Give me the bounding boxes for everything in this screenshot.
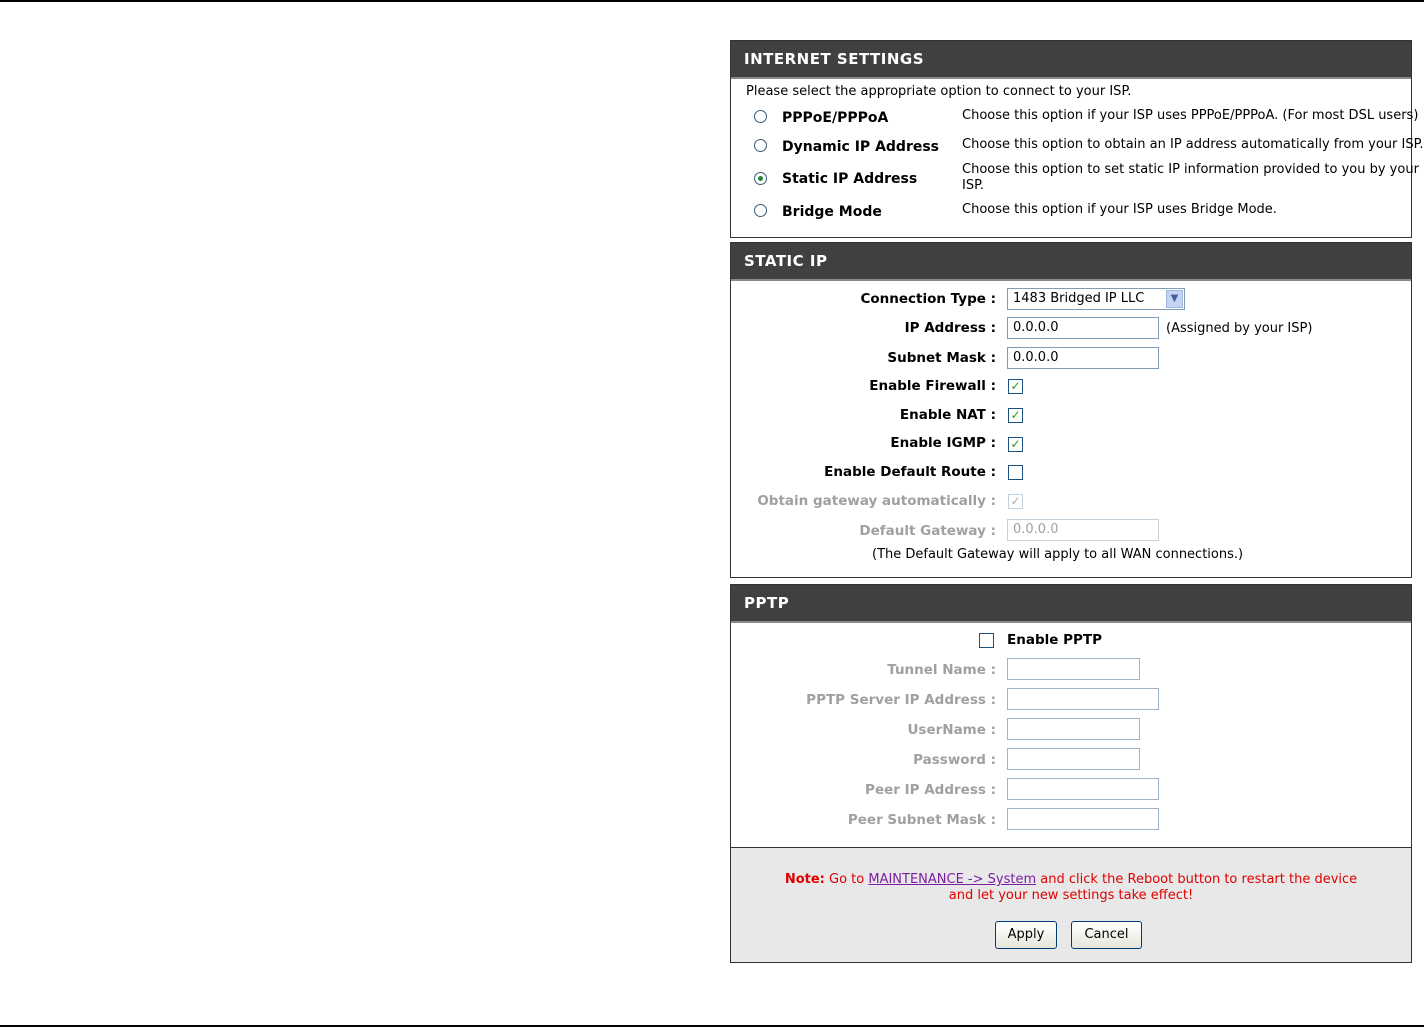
cancel-button[interactable]: Cancel [1071,921,1142,949]
internet-settings-panel: INTERNET SETTINGS Please select the appr… [730,40,1424,238]
enable-igmp-checkbox[interactable]: ✓ [1008,437,1023,452]
maintenance-system-link[interactable]: MAINTENANCE -> System [868,872,1036,887]
option-label-bridge-mode: Bridge Mode [782,204,882,220]
default-gateway-label: Default Gateway : [859,523,996,539]
static-ip-header: STATIC IP [731,243,1411,281]
peer-subnet-mask-label: Peer Subnet Mask : [847,812,996,828]
reboot-note-line1: Note: Go to MAINTENANCE -> System and cl… [731,872,1411,887]
connection-type-value: 1483 Bridged IP LLC [1013,291,1145,306]
reboot-note-line2: and let your new settings take effect! [948,888,1194,903]
tunnel-name-label: Tunnel Name : [887,662,996,678]
option-desc-static-ip-line2: ISP. [962,178,985,193]
ip-address-label: IP Address : [904,320,996,336]
top-rule [0,0,1424,2]
option-desc-static-ip-line1: Choose this option to set static IP info… [962,162,1419,177]
ip-address-hint: (Assigned by your ISP) [1166,321,1313,336]
peer-ip-label: Peer IP Address : [865,782,996,798]
note-text-2: and click the Reboot button to restart t… [1036,872,1358,887]
gateway-note: (The Default Gateway will apply to all W… [872,547,1244,562]
note-prefix: Note: [784,872,825,887]
peer-ip-input[interactable] [1007,778,1159,800]
enable-default-route-checkbox[interactable] [1008,465,1023,480]
chevron-down-icon[interactable]: ▼ [1166,290,1183,308]
username-label: UserName : [907,722,996,738]
pptp-header: PPTP [731,585,1411,623]
enable-nat-checkbox[interactable]: ✓ [1008,408,1023,423]
note-text-1: Go to [824,872,869,887]
option-label-dynamic-ip: Dynamic IP Address [782,139,940,155]
password-label: Password : [913,752,996,768]
enable-default-route-label: Enable Default Route : [824,464,996,480]
option-desc-pppoe: Choose this option if your ISP uses PPPo… [962,108,1419,123]
connection-type-select[interactable]: 1483 Bridged IP LLC ▼ [1007,288,1185,310]
apply-button[interactable]: Apply [995,921,1057,949]
pptp-server-ip-label: PPTP Server IP Address : [806,692,996,708]
option-label-static-ip: Static IP Address [782,171,918,187]
default-gateway-input: 0.0.0.0 [1007,519,1159,541]
radio-pppoe[interactable] [754,110,767,123]
enable-pptp-label: Enable PPTP [1007,632,1102,648]
radio-bridge-mode[interactable] [754,204,767,217]
note-area: Note: Go to MAINTENANCE -> System and cl… [730,848,1412,963]
radio-static-ip[interactable] [754,172,767,185]
bottom-rule [0,1025,1424,1027]
enable-firewall-label: Enable Firewall : [869,378,996,394]
enable-firewall-checkbox[interactable]: ✓ [1008,379,1023,394]
password-input[interactable] [1007,748,1140,770]
internet-settings-header: INTERNET SETTINGS [731,41,1411,79]
obtain-gateway-label: Obtain gateway automatically : [757,493,996,509]
tunnel-name-input[interactable] [1007,658,1140,680]
peer-subnet-mask-input[interactable] [1007,808,1159,830]
isp-instruction: Please select the appropriate option to … [746,84,1132,99]
obtain-gateway-checkbox: ✓ [1008,494,1023,509]
ip-address-input[interactable]: 0.0.0.0 [1007,317,1159,339]
enable-igmp-label: Enable IGMP : [890,435,996,451]
pptp-server-ip-input[interactable] [1007,688,1159,710]
subnet-mask-input[interactable]: 0.0.0.0 [1007,347,1159,369]
option-label-pppoe: PPPoE/PPPoA [782,110,889,126]
enable-pptp-checkbox[interactable] [979,633,994,648]
radio-dynamic-ip[interactable] [754,139,767,152]
username-input[interactable] [1007,718,1140,740]
enable-nat-label: Enable NAT : [899,407,996,423]
option-desc-dynamic-ip: Choose this option to obtain an IP addre… [962,137,1424,152]
subnet-mask-label: Subnet Mask : [887,350,996,366]
pptp-panel: PPTP Enable PPTP Tunnel Name : PPTP Serv… [730,584,1412,848]
option-desc-bridge-mode: Choose this option if your ISP uses Brid… [962,202,1277,217]
connection-type-label: Connection Type : [860,291,996,307]
static-ip-panel: STATIC IP Connection Type : 1483 Bridged… [730,242,1412,578]
